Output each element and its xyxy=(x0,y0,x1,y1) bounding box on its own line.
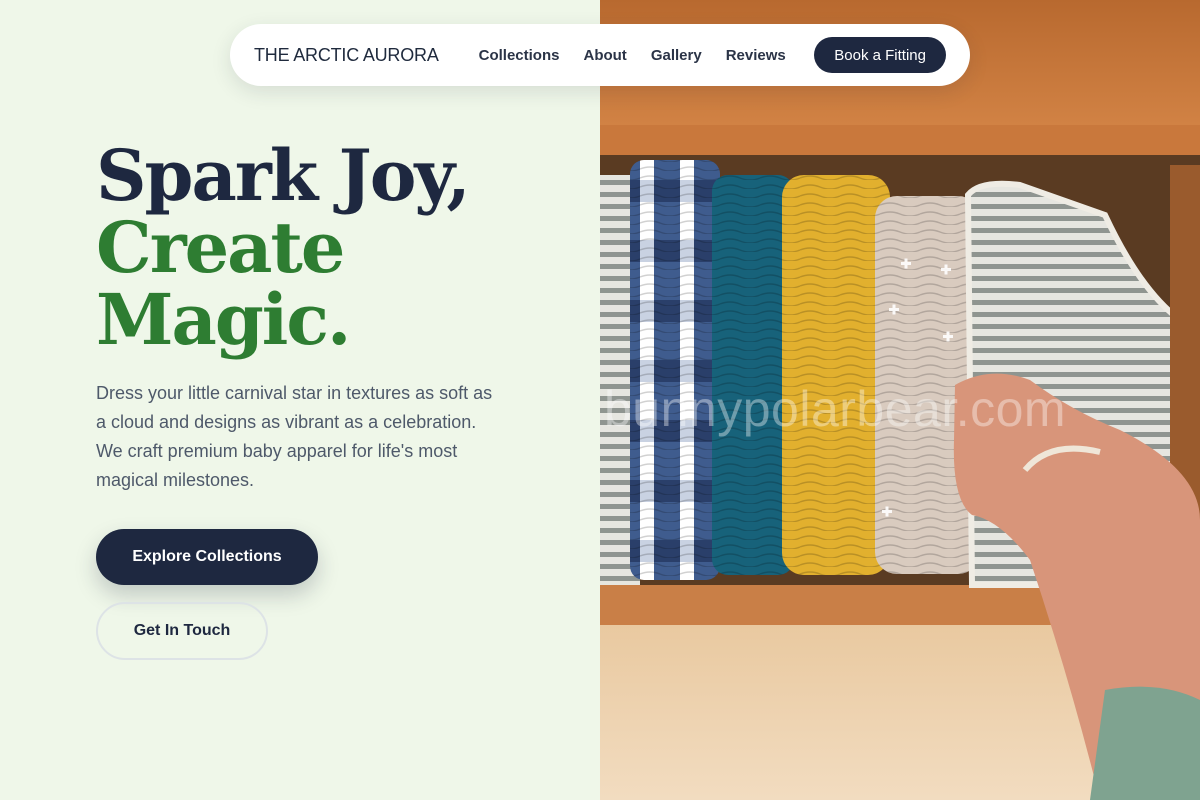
nav-link-reviews[interactable]: Reviews xyxy=(726,47,786,64)
nav-link-gallery[interactable]: Gallery xyxy=(651,47,702,64)
hero-description: Dress your little carnival star in textu… xyxy=(96,383,493,490)
headline-line-3: Magic. xyxy=(96,278,351,361)
photo-watermark: bunnypolarbear.com xyxy=(604,381,1067,437)
top-navigation: THE ARCTIC AURORA Collections About Gall… xyxy=(230,24,970,86)
book-fitting-button[interactable]: Book a Fitting xyxy=(814,37,946,73)
brand-logo[interactable]: THE ARCTIC AURORA xyxy=(254,45,439,66)
get-in-touch-button[interactable]: Get In Touch xyxy=(96,602,268,660)
nav-links: Collections About Gallery Reviews xyxy=(479,47,810,64)
nav-link-about[interactable]: About xyxy=(583,47,626,64)
nav-link-collections[interactable]: Collections xyxy=(479,47,560,64)
explore-collections-button[interactable]: Explore Collections xyxy=(96,529,318,585)
hero-headline: Spark Joy, Create Magic. xyxy=(96,134,471,361)
headline-line-1: Spark Joy, xyxy=(96,134,471,217)
hero-photo: bunnypolarbear.com xyxy=(600,0,1200,800)
headline-line-2: Create xyxy=(96,206,345,289)
